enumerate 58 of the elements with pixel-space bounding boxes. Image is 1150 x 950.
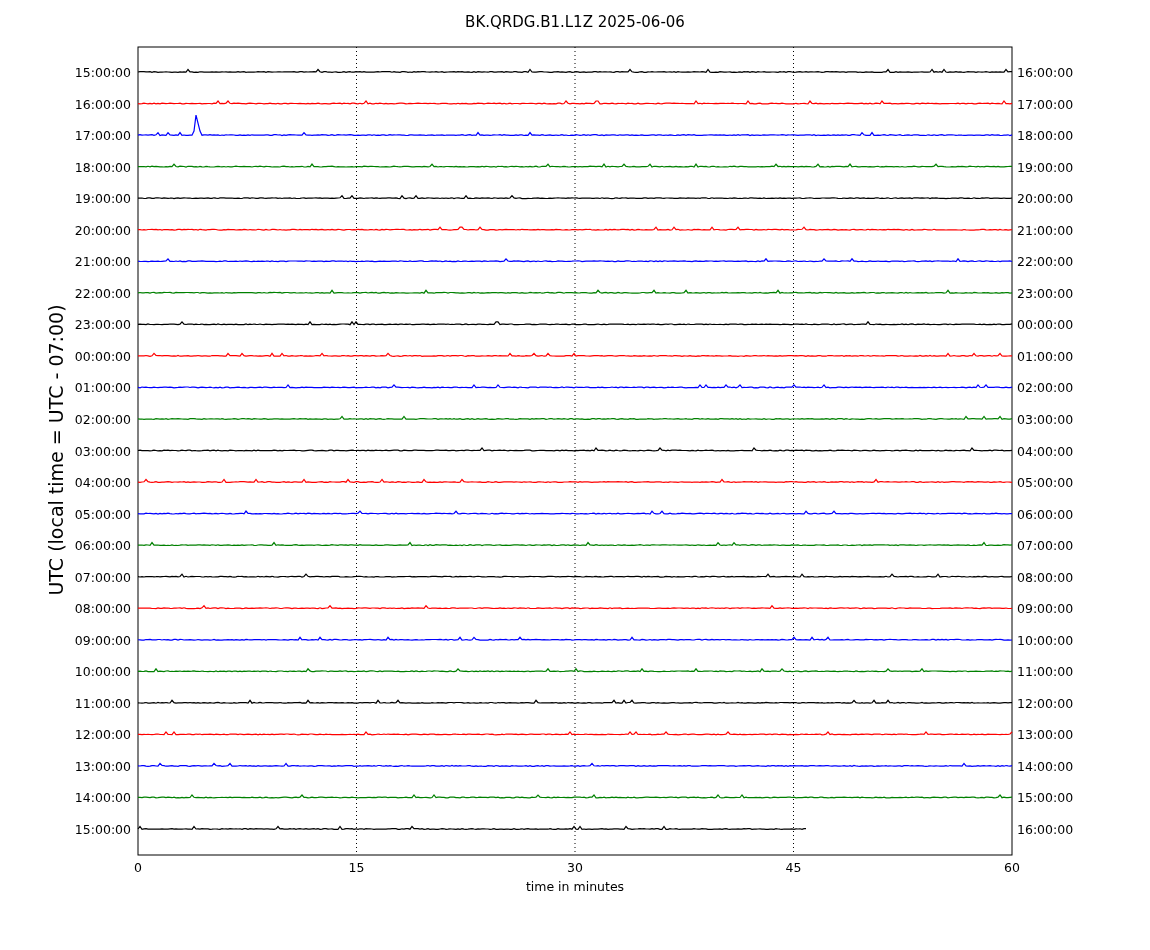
hour-label: 15:00:00 <box>1017 790 1074 806</box>
hour-label: 16:00:00 <box>1017 65 1074 80</box>
hour-label: 17:00:00 <box>1017 96 1074 112</box>
hour-label: 11:00:00 <box>74 695 131 711</box>
hour-label: 18:00:00 <box>74 159 131 175</box>
hour-label: 13:00:00 <box>74 758 131 774</box>
hour-label: 23:00:00 <box>74 317 131 333</box>
tick-label: 45 <box>785 860 802 875</box>
hour-label: 15:00:00 <box>74 65 131 80</box>
hour-label: 03:00:00 <box>1017 411 1074 427</box>
hour-label: 04:00:00 <box>1017 443 1074 459</box>
hour-label: 09:00:00 <box>1017 601 1074 617</box>
tick-label: 0 <box>134 860 142 875</box>
hour-label: 05:00:00 <box>74 506 131 522</box>
axis-label: UTC (local time = UTC - 07:00) <box>45 304 67 596</box>
hour-label: 20:00:00 <box>74 222 131 238</box>
hour-label: 19:00:00 <box>1017 159 1074 175</box>
hour-label: 09:00:00 <box>74 632 131 648</box>
hour-label: 12:00:00 <box>1017 695 1074 711</box>
hour-label: 05:00:00 <box>1017 475 1074 491</box>
hour-label: 00:00:00 <box>74 348 131 364</box>
hour-label: 07:00:00 <box>1017 538 1074 554</box>
hour-label: 21:00:00 <box>1017 222 1074 238</box>
hour-label: 08:00:00 <box>74 601 131 617</box>
hour-label: 14:00:00 <box>1017 758 1074 774</box>
axis-label: time in minutes <box>525 879 625 894</box>
hour-label: 06:00:00 <box>74 538 131 554</box>
hour-label: 11:00:00 <box>1017 664 1074 680</box>
hour-label: 06:00:00 <box>1017 506 1074 522</box>
hour-label: 01:00:00 <box>74 380 131 396</box>
tick-label: 60 <box>1004 860 1020 875</box>
hour-label: 15:00:00 <box>74 822 131 837</box>
hour-label: 20:00:00 <box>1017 191 1074 207</box>
tick-label: 30 <box>567 860 583 875</box>
hour-label: 23:00:00 <box>1017 285 1074 301</box>
hour-label: 18:00:00 <box>1017 128 1074 144</box>
hour-label: 01:00:00 <box>1017 348 1074 364</box>
hour-label: 00:00:00 <box>1017 317 1074 333</box>
hour-label: 16:00:00 <box>74 96 131 112</box>
hour-label: 22:00:00 <box>74 285 131 301</box>
hour-label: 16:00:00 <box>1017 822 1074 837</box>
hour-label: 02:00:00 <box>1017 380 1074 396</box>
hour-label: 14:00:00 <box>74 790 131 806</box>
hour-label: 04:00:00 <box>74 475 131 491</box>
hour-label: 17:00:00 <box>74 128 131 144</box>
hour-label: 19:00:00 <box>74 191 131 207</box>
hour-label: 08:00:00 <box>1017 569 1074 585</box>
hour-label: 10:00:00 <box>1017 632 1074 648</box>
hour-label: 13:00:00 <box>1017 727 1074 743</box>
hour-label: 10:00:00 <box>74 664 131 680</box>
hour-label: 03:00:00 <box>74 443 131 459</box>
hour-label: 21:00:00 <box>74 254 131 270</box>
hour-label: 12:00:00 <box>74 727 131 743</box>
tick-label: 15 <box>348 860 365 875</box>
hour-label: 07:00:00 <box>74 569 131 585</box>
chart-title: BK.QRDG.B1.L1Z 2025-06-06 <box>465 13 685 31</box>
hour-label: 02:00:00 <box>74 411 131 427</box>
hour-label: 22:00:00 <box>1017 254 1074 270</box>
